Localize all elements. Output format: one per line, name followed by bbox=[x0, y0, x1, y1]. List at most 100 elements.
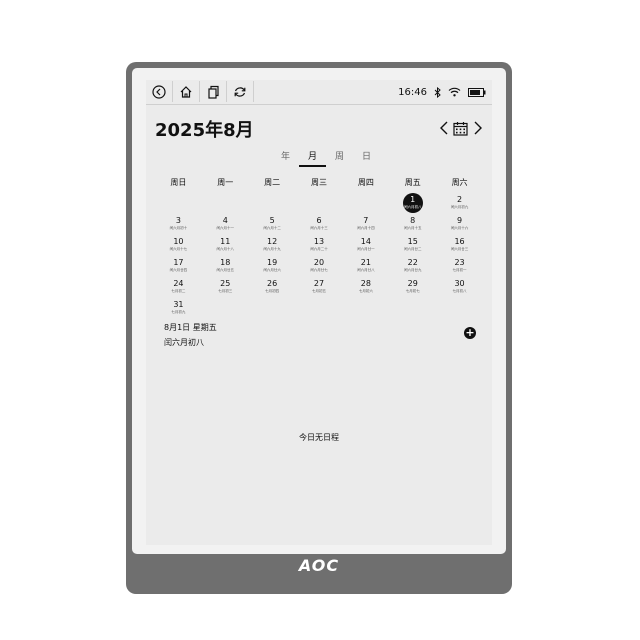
day-cell[interactable]: 14 闰六月廿一 bbox=[342, 235, 389, 256]
home-icon bbox=[180, 85, 192, 98]
empty-day-cell bbox=[296, 193, 343, 214]
day-cell[interactable]: 30 七月初八 bbox=[436, 277, 483, 298]
day-lunar-label: 七月初五 bbox=[311, 289, 326, 293]
view-tab[interactable]: 日 bbox=[353, 149, 380, 167]
day-cell[interactable]: 4 闰六月十一 bbox=[202, 214, 249, 235]
day-lunar-label: 闰六月十八 bbox=[216, 247, 235, 251]
day-number: 5 bbox=[269, 216, 275, 225]
selected-date: 8月1日 星期五 bbox=[164, 323, 217, 332]
day-lunar-label: 七月初二 bbox=[171, 289, 186, 293]
day-number: 12 bbox=[267, 237, 278, 246]
day-lunar-label: 闰六月廿四 bbox=[169, 268, 188, 272]
clock: 16:46 bbox=[398, 86, 427, 98]
empty-day-cell bbox=[249, 193, 296, 214]
day-cell[interactable]: 9 闰六月十六 bbox=[436, 214, 483, 235]
view-tab[interactable]: 周 bbox=[326, 149, 353, 167]
day-lunar-label: 七月初三 bbox=[218, 289, 233, 293]
day-number: 15 bbox=[407, 237, 418, 246]
day-lunar-label: 闰六月廿二 bbox=[403, 247, 422, 251]
day-lunar-label: 闰六月廿六 bbox=[263, 268, 281, 272]
day-cell[interactable]: 19 闰六月廿六 bbox=[249, 256, 296, 277]
battery-icon bbox=[468, 87, 486, 97]
day-number: 22 bbox=[407, 258, 418, 267]
day-lunar-label: 七月初七 bbox=[405, 289, 420, 293]
day-cell[interactable]: 21 闰六月廿八 bbox=[342, 256, 389, 277]
day-number: 28 bbox=[360, 279, 371, 288]
day-cell[interactable]: 7 闰六月十四 bbox=[342, 214, 389, 235]
day-cell[interactable]: 5 闰六月十二 bbox=[249, 214, 296, 235]
day-number: 26 bbox=[267, 279, 278, 288]
day-cell[interactable]: 26 七月初四 bbox=[249, 277, 296, 298]
day-number: 8 bbox=[410, 216, 416, 225]
day-cell[interactable]: 3 闰六月初十 bbox=[155, 214, 202, 235]
day-cell[interactable]: 12 闰六月十九 bbox=[249, 235, 296, 256]
day-cell[interactable]: 29 七月初七 bbox=[389, 277, 436, 298]
day-cell[interactable]: 10 闰六月十七 bbox=[155, 235, 202, 256]
day-number: 14 bbox=[360, 237, 371, 246]
day-cell[interactable]: 8 闰六月十五 bbox=[389, 214, 436, 235]
day-number: 16 bbox=[454, 237, 465, 246]
day-lunar-label: 闰六月初八 bbox=[403, 205, 422, 209]
weekday-label: 周日 bbox=[170, 178, 187, 187]
today-calendar-button[interactable] bbox=[452, 120, 468, 136]
day-number: 20 bbox=[313, 258, 325, 267]
day-cell[interactable]: 22 闰六月廿九 bbox=[389, 256, 436, 277]
day-lunar-label: 闰六月十七 bbox=[169, 247, 188, 251]
view-tab[interactable]: 月 bbox=[299, 149, 326, 167]
day-cell[interactable]: 1 闰六月初八 bbox=[389, 193, 436, 214]
day-cell[interactable]: 17 闰六月廿四 bbox=[155, 256, 202, 277]
day-cell[interactable]: 2 闰六月初九 bbox=[436, 193, 483, 214]
next-month-button[interactable] bbox=[472, 120, 484, 136]
screen: 16:46 2025年8月 年月周日 周日 周一 周二 周三 周四 周五 周六 1 闰六月初八… bbox=[146, 80, 492, 545]
day-lunar-label: 七月初八 bbox=[452, 289, 467, 293]
weekday-label: 周五 bbox=[404, 178, 421, 187]
weekday-label: 周一 bbox=[217, 178, 234, 187]
day-cell[interactable]: 13 闰六月二十 bbox=[296, 235, 343, 256]
day-number: 27 bbox=[313, 279, 325, 288]
wifi-icon bbox=[448, 87, 461, 97]
day-number: 17 bbox=[173, 258, 184, 267]
back-button[interactable] bbox=[146, 81, 173, 102]
day-number: 23 bbox=[454, 258, 465, 267]
day-number: 6 bbox=[316, 216, 322, 225]
weekday-header: 周日 周一 周二 周三 周四 周五 周六 bbox=[155, 177, 483, 188]
day-cell[interactable]: 6 闰六月十三 bbox=[296, 214, 343, 235]
day-cell[interactable]: 31 七月初九 bbox=[155, 298, 202, 319]
day-number: 1 bbox=[410, 195, 416, 204]
prev-month-button[interactable] bbox=[438, 120, 450, 136]
home-button[interactable] bbox=[173, 81, 200, 102]
day-lunar-label: 七月初六 bbox=[358, 289, 373, 293]
day-number: 13 bbox=[313, 237, 325, 246]
day-number: 10 bbox=[173, 237, 184, 246]
day-lunar-label: 闰六月十九 bbox=[263, 247, 281, 251]
day-cell[interactable]: 20 闰六月廿七 bbox=[296, 256, 343, 277]
day-cell[interactable]: 15 闰六月廿二 bbox=[389, 235, 436, 256]
multitask-button[interactable] bbox=[200, 81, 227, 102]
day-cell[interactable]: 27 七月初五 bbox=[296, 277, 343, 298]
day-lunar-label: 闰六月十五 bbox=[403, 226, 422, 230]
day-cell[interactable]: 28 七月初六 bbox=[342, 277, 389, 298]
empty-day-cell bbox=[155, 193, 202, 214]
day-number: 31 bbox=[173, 300, 184, 309]
view-tab[interactable]: 年 bbox=[272, 149, 299, 167]
refresh-button[interactable] bbox=[227, 81, 254, 102]
day-number: 24 bbox=[173, 279, 184, 288]
day-cell[interactable]: 25 七月初三 bbox=[202, 277, 249, 298]
view-tabs: 年月周日 bbox=[272, 149, 380, 167]
calendar-grid: 1 闰六月初八 2 闰六月初九 3 闰六月初十 4 闰六月十一 5 闰六月十二 6 闰六月十三 7 闰六月… bbox=[155, 193, 483, 319]
page-title: 2025年8月 bbox=[155, 120, 254, 141]
selected-lunar-date: 闰六月初八 bbox=[164, 338, 204, 347]
plus-circle-icon: + bbox=[465, 326, 475, 339]
bluetooth-icon bbox=[434, 86, 441, 98]
weekday-label: 周三 bbox=[310, 178, 327, 187]
refresh-icon bbox=[234, 86, 246, 97]
add-event-button[interactable]: + bbox=[464, 327, 476, 339]
day-cell[interactable]: 11 闰六月十八 bbox=[202, 235, 249, 256]
day-cell[interactable]: 24 七月初二 bbox=[155, 277, 202, 298]
day-cell[interactable]: 18 闰六月廿五 bbox=[202, 256, 249, 277]
day-cell[interactable]: 16 闰六月廿三 bbox=[436, 235, 483, 256]
back-icon bbox=[152, 84, 166, 99]
day-lunar-label: 闰六月廿五 bbox=[216, 268, 235, 272]
weekday-label: 周六 bbox=[451, 178, 468, 187]
day-cell[interactable]: 23 七月初一 bbox=[436, 256, 483, 277]
